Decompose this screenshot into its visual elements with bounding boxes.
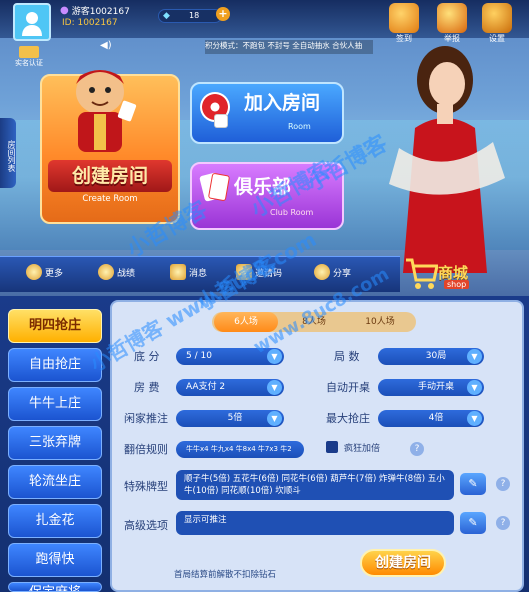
tab-10-players[interactable]: 10人场 [348, 312, 412, 332]
mode-item[interactable]: 三张弃牌 [8, 426, 102, 460]
create-room-subtitle: Create Room [82, 194, 138, 204]
idle-push-value: 5倍 [227, 413, 243, 423]
gear-icon [482, 3, 512, 33]
max-bid-value: 4倍 [428, 413, 444, 423]
max-bid-select[interactable]: 4倍 ▼ [378, 410, 484, 427]
join-room-subtitle: Room [288, 122, 311, 131]
crazy-double-checkbox[interactable] [326, 441, 338, 453]
help-icon[interactable]: ? [496, 477, 510, 491]
more-label: 更多 [45, 268, 64, 279]
advanced-options-box: 显示可推注 [176, 511, 454, 535]
gift-box-icon [389, 3, 419, 33]
share-icon [314, 264, 330, 280]
special-cards-label: 特殊牌型 [124, 480, 168, 493]
chevron-down-icon: ▼ [267, 411, 282, 426]
mode-item[interactable]: 牛牛上庄 [8, 387, 102, 421]
record-label: 战绩 [117, 268, 136, 279]
idle-push-select[interactable]: 5倍 ▼ [176, 410, 284, 427]
rounds-select[interactable]: 30局 ▼ [378, 348, 484, 365]
mode-item[interactable]: 明四抢庄 [8, 309, 102, 343]
user-silhouette-icon [22, 12, 42, 36]
message-button[interactable]: 消息 [170, 264, 207, 280]
more-button[interactable]: 更多 [26, 264, 63, 280]
player-name-row: ● 游客1002167 [60, 4, 130, 17]
wrench-icon[interactable]: ✎ [460, 473, 486, 495]
player-id: ID: 1002167 [62, 18, 118, 28]
real-name-auth-button[interactable]: 实名认证 [11, 46, 47, 67]
report-icon [437, 3, 467, 33]
create-room-button[interactable]: 创建房间 [360, 549, 446, 577]
create-room-title: 创建房间 [48, 160, 172, 192]
share-button[interactable]: 分享 [314, 264, 351, 280]
diamond-counter: ◆ 18 [158, 9, 222, 23]
help-icon[interactable]: ? [496, 516, 510, 530]
double-rule-value: 牛牛x4 牛九x4 牛8x4 牛7x3 牛2 [186, 445, 292, 453]
advanced-options-label: 高级选项 [124, 519, 168, 532]
diamond-count: 18 [189, 11, 200, 20]
speaker-icon: ◀) [100, 40, 112, 51]
room-settings-form [110, 300, 524, 592]
auto-start-select[interactable]: 手动开桌 ▼ [378, 379, 484, 396]
special-cards-box: 顺子牛(5倍) 五花牛(6倍) 同花牛(6倍) 葫芦牛(7倍) 炸弹牛(8倍) … [176, 470, 454, 500]
double-rule-select[interactable]: 牛牛x4 牛九x4 牛8x4 牛7x3 牛2 [176, 441, 304, 458]
shop-sublabel: shop [444, 280, 470, 289]
dissolve-note: 首局结算前解散不扣除钻石 [174, 570, 277, 580]
more-icon [26, 264, 42, 280]
double-rule-label: 翻倍规则 [124, 443, 168, 456]
share-label: 分享 [333, 268, 352, 279]
room-list-tab[interactable]: 房间列表 [0, 118, 16, 188]
message-label: 消息 [189, 268, 208, 279]
rounds-value: 30局 [425, 351, 447, 361]
join-room-title: 加入房间 [244, 92, 321, 114]
hostess-character-icon [389, 46, 505, 273]
idle-push-label: 闲家推注 [124, 412, 168, 425]
mascot-character-icon [76, 70, 137, 152]
crazy-double-label: 疯狂加倍 [344, 444, 381, 454]
record-button[interactable]: 战绩 [98, 264, 135, 280]
wrench-icon[interactable]: ✎ [460, 512, 486, 534]
real-name-auth-label: 实名认证 [15, 59, 43, 67]
id-card-icon [19, 46, 39, 58]
auto-start-value: 手动开桌 [417, 382, 454, 392]
mail-icon [170, 264, 186, 280]
chevron-down-icon: ▼ [467, 380, 482, 395]
location-pin-icon: ● [60, 5, 69, 16]
trophy-icon [98, 264, 114, 280]
avatar[interactable] [13, 3, 51, 41]
help-icon[interactable]: ? [410, 442, 424, 456]
room-fee-select[interactable]: AA支付 2 ▼ [176, 379, 284, 396]
mode-item[interactable]: 保定麻将 [8, 582, 102, 592]
room-fee-value: AA支付 2 [186, 382, 226, 392]
chevron-down-icon: ▼ [267, 380, 282, 395]
cart-icon [406, 258, 438, 289]
chevron-down-icon: ▼ [467, 411, 482, 426]
mode-item[interactable]: 跑得快 [8, 543, 102, 577]
diamond-icon: ◆ [163, 11, 170, 21]
chevron-down-icon: ▼ [467, 349, 482, 364]
player-name: 游客1002167 [71, 7, 130, 17]
base-score-value: 5 / 10 [186, 351, 212, 361]
chips-and-dice-icon [200, 92, 236, 132]
notice-marquee: 积分模式：不跑包 不封号 全自动抽水 合伙人抽 [205, 40, 373, 54]
add-diamonds-button[interactable]: + [216, 7, 230, 21]
rounds-label: 局 数 [334, 350, 360, 363]
max-bid-label: 最大抢庄 [326, 412, 370, 425]
mode-item[interactable]: 轮流坐庄 [8, 465, 102, 499]
room-fee-label: 房 费 [134, 381, 160, 394]
auto-start-label: 自动开桌 [326, 381, 370, 394]
playing-cards-icon [199, 170, 231, 210]
mode-item[interactable]: 扎金花 [8, 504, 102, 538]
